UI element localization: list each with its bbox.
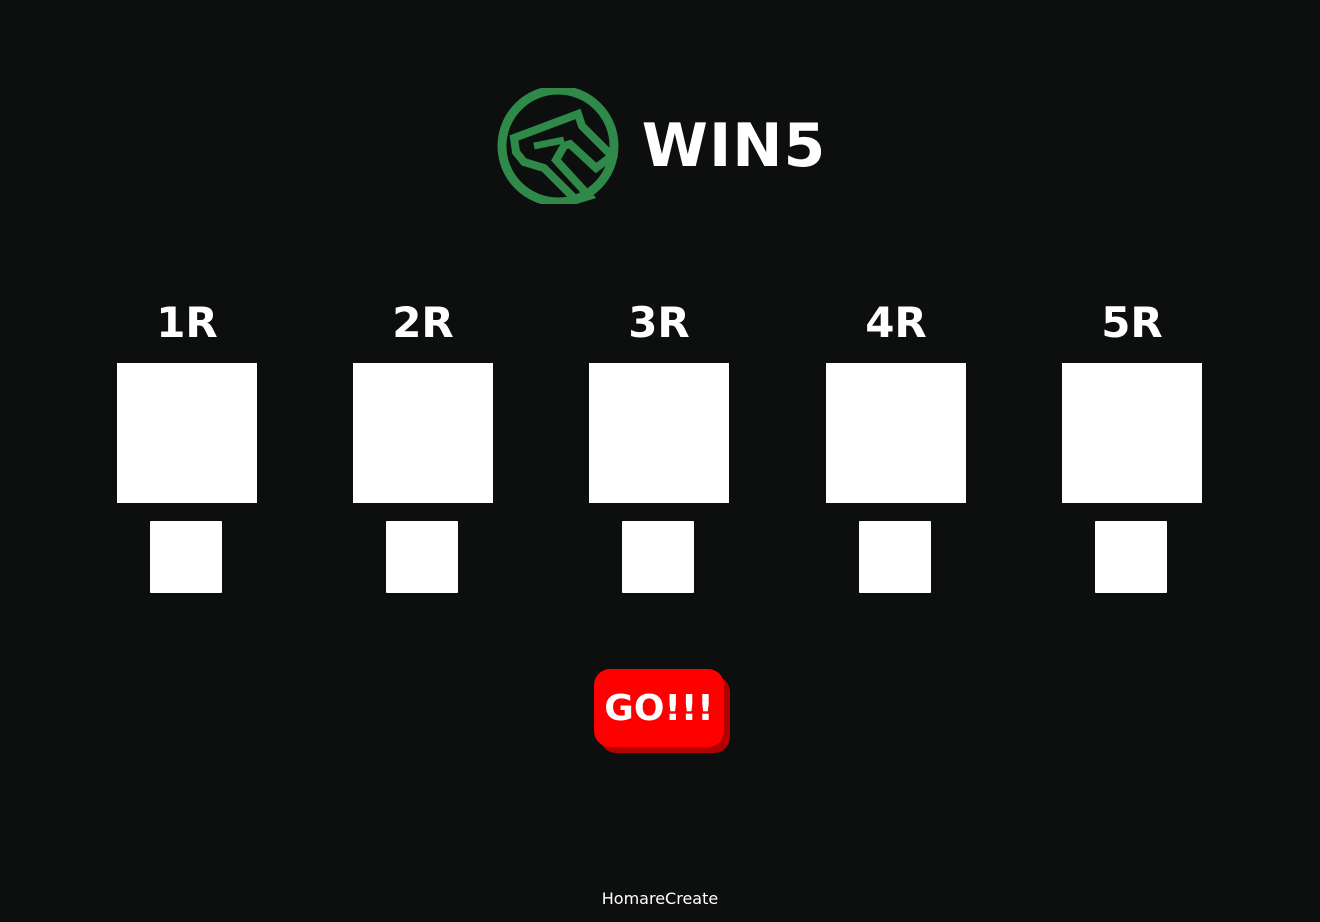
round-1-number-box[interactable]	[150, 521, 222, 593]
round-label: 2R	[392, 298, 454, 347]
round-label: 3R	[628, 298, 690, 347]
round-3: 3R	[589, 296, 729, 593]
round-4: 4R	[826, 296, 966, 593]
round-label: 5R	[1101, 298, 1163, 347]
round-label: 1R	[156, 298, 218, 347]
round-label: 4R	[865, 298, 927, 347]
app-title: WIN5	[641, 111, 827, 181]
go-button[interactable]: GO!!!	[594, 669, 724, 747]
round-2-number-box[interactable]	[386, 521, 458, 593]
round-5: 5R	[1062, 296, 1202, 593]
round-5-pick-box[interactable]	[1062, 363, 1202, 503]
round-3-number-box[interactable]	[622, 521, 694, 593]
horse-head-logo-icon	[497, 88, 619, 204]
round-4-number-box[interactable]	[859, 521, 931, 593]
round-2: 2R	[353, 296, 493, 593]
round-1-pick-box[interactable]	[117, 363, 257, 503]
round-3-pick-box[interactable]	[589, 363, 729, 503]
header: WIN5	[0, 88, 1320, 204]
round-1: 1R	[117, 296, 257, 593]
round-4-pick-box[interactable]	[826, 363, 966, 503]
round-5-number-box[interactable]	[1095, 521, 1167, 593]
footer-credit: HomareCreate	[601, 889, 719, 908]
round-2-pick-box[interactable]	[353, 363, 493, 503]
